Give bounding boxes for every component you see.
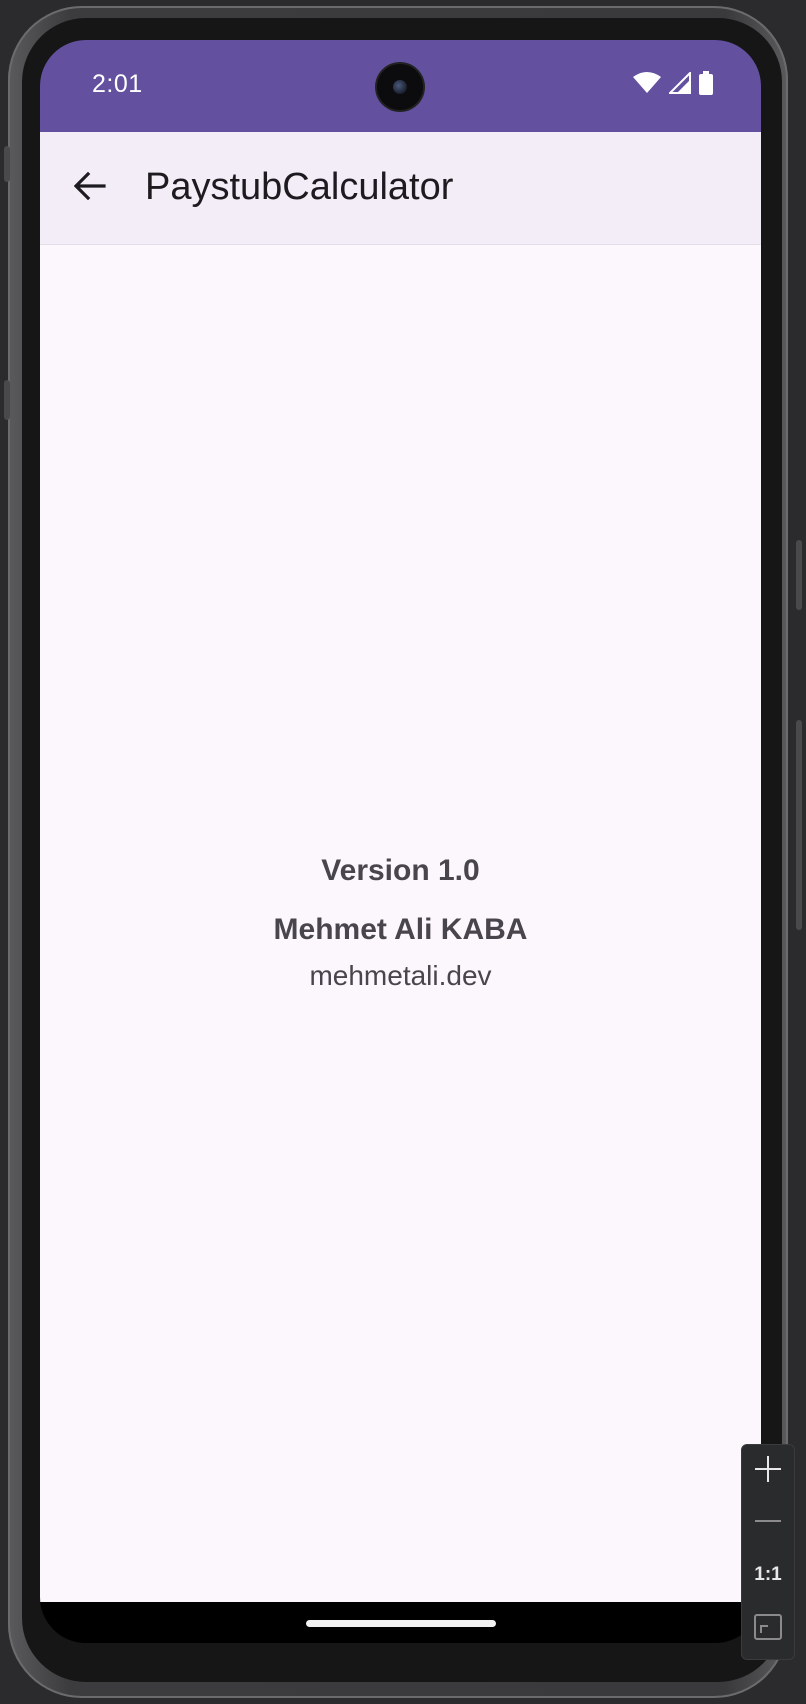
status-time: 2:01	[92, 70, 143, 98]
plus-icon	[754, 1455, 782, 1488]
author-name: Mehmet Ali KABA	[273, 913, 528, 946]
zoom-in-button[interactable]	[742, 1445, 794, 1497]
cellular-signal-icon	[667, 70, 691, 99]
device-screen: 2:01 PaystubCalculator Version 1.0 Mehme…	[40, 40, 761, 1643]
fit-screen-icon	[754, 1613, 782, 1645]
home-indicator[interactable]	[306, 1620, 496, 1627]
battery-icon	[699, 70, 713, 100]
zoom-out-button[interactable]	[742, 1497, 794, 1549]
front-camera	[377, 64, 423, 110]
actual-size-label: 1:1	[754, 1564, 782, 1585]
back-button[interactable]	[62, 160, 118, 216]
about-info: Version 1.0 Mehmet Ali KABA mehmetali.de…	[40, 852, 761, 993]
device-side-button	[4, 146, 10, 182]
status-bar: 2:01	[40, 40, 761, 132]
top-app-bar: PaystubCalculator	[40, 132, 761, 245]
minus-icon	[754, 1507, 782, 1540]
version-label: Version 1.0	[321, 854, 480, 887]
actual-size-button[interactable]: 1:1	[742, 1549, 794, 1601]
arrow-left-icon	[73, 171, 106, 205]
about-screen-content: Version 1.0 Mehmet Ali KABA mehmetali.de…	[40, 245, 761, 1602]
device-power-button	[796, 540, 802, 610]
status-icons	[633, 70, 713, 100]
fit-screen-button[interactable]	[742, 1603, 794, 1655]
gesture-nav-bar	[40, 1602, 761, 1643]
device-side-button	[4, 380, 10, 420]
wifi-icon	[633, 71, 661, 99]
emulator-zoom-controls: 1:1	[741, 1444, 795, 1660]
app-title: PaystubCalculator	[145, 166, 454, 208]
website-link[interactable]: mehmetali.dev	[40, 959, 761, 993]
emulator-frame: 2:01 PaystubCalculator Version 1.0 Mehme…	[0, 0, 806, 1704]
device-volume-button	[796, 720, 802, 930]
